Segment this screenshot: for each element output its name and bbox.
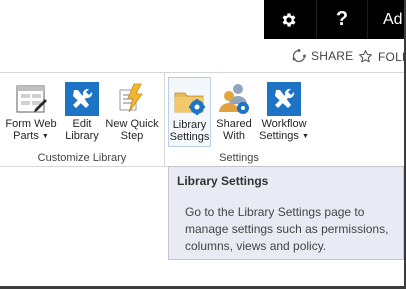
shared-with-icon bbox=[217, 82, 251, 116]
library-settings-label-line1: Library bbox=[172, 119, 207, 131]
tooltip-body: Go to the Library Settings page to manag… bbox=[185, 205, 389, 253]
workflow-settings-label-line1: Workflow bbox=[261, 118, 307, 130]
dropdown-arrow-icon: ▼ bbox=[301, 133, 309, 140]
group-label-customize-library: Customize Library bbox=[37, 152, 127, 164]
workflow-settings-icon bbox=[267, 82, 301, 116]
library-settings-button[interactable]: Library Settings bbox=[168, 77, 211, 147]
new-quick-step-label-line2: Step bbox=[120, 130, 144, 142]
dropdown-arrow-icon: ▼ bbox=[41, 133, 49, 140]
help-button[interactable]: ? bbox=[316, 0, 368, 39]
edit-library-button[interactable]: Edit Library bbox=[60, 77, 104, 147]
edit-library-label-line2: Library bbox=[65, 130, 99, 142]
share-icon bbox=[292, 49, 306, 63]
form-web-parts-label-line2: Parts bbox=[13, 130, 39, 142]
help-icon: ? bbox=[335, 8, 349, 30]
library-settings-icon bbox=[173, 83, 207, 117]
tooltip: Library Settings Go to the Library Setti… bbox=[168, 166, 404, 260]
form-web-parts-button[interactable]: Form Web Parts ▼ bbox=[4, 77, 58, 147]
share-button[interactable]: SHARE bbox=[292, 49, 353, 63]
window: ? Ad SHARE FOLLO bbox=[0, 0, 406, 289]
user-menu-button[interactable]: Ad bbox=[368, 0, 404, 39]
ribbon-group-settings: Library Settings Shared With Workflow Se… bbox=[165, 73, 313, 166]
workflow-settings-label-line2: Settings bbox=[259, 130, 299, 142]
share-label: SHARE bbox=[311, 49, 354, 63]
settings-button[interactable] bbox=[264, 0, 314, 39]
suite-bar: ? Ad bbox=[0, 0, 404, 39]
tooltip-title: Library Settings bbox=[177, 174, 269, 188]
library-settings-label-line2: Settings bbox=[169, 131, 210, 143]
new-quick-step-label-line1: New Quick bbox=[105, 118, 159, 130]
ribbon-group-customize-library: Form Web Parts ▼ Edit Library New Quick … bbox=[0, 73, 165, 166]
shared-with-button[interactable]: Shared With bbox=[213, 77, 255, 147]
form-web-parts-label-line1: Form Web bbox=[5, 118, 57, 130]
new-quick-step-button[interactable]: New Quick Step bbox=[104, 77, 160, 147]
form-web-parts-icon bbox=[14, 82, 48, 116]
new-quick-step-icon bbox=[115, 82, 149, 116]
shared-with-label-line1: Shared bbox=[216, 118, 252, 130]
shared-with-label-line2: With bbox=[223, 130, 245, 142]
page-actions: SHARE FOLLO bbox=[0, 46, 404, 70]
user-name: Ad bbox=[383, 10, 403, 28]
edit-library-label-line1: Edit bbox=[72, 118, 92, 130]
gear-icon bbox=[282, 12, 296, 27]
follow-button[interactable]: FOLLO bbox=[358, 49, 404, 64]
ribbon: Form Web Parts ▼ Edit Library New Quick … bbox=[0, 72, 404, 167]
group-label-settings: Settings bbox=[219, 152, 259, 164]
edit-library-icon bbox=[65, 82, 99, 116]
workflow-settings-button[interactable]: Workflow Settings ▼ bbox=[257, 77, 311, 147]
follow-label: FOLLO bbox=[378, 49, 404, 64]
star-icon bbox=[359, 50, 372, 63]
